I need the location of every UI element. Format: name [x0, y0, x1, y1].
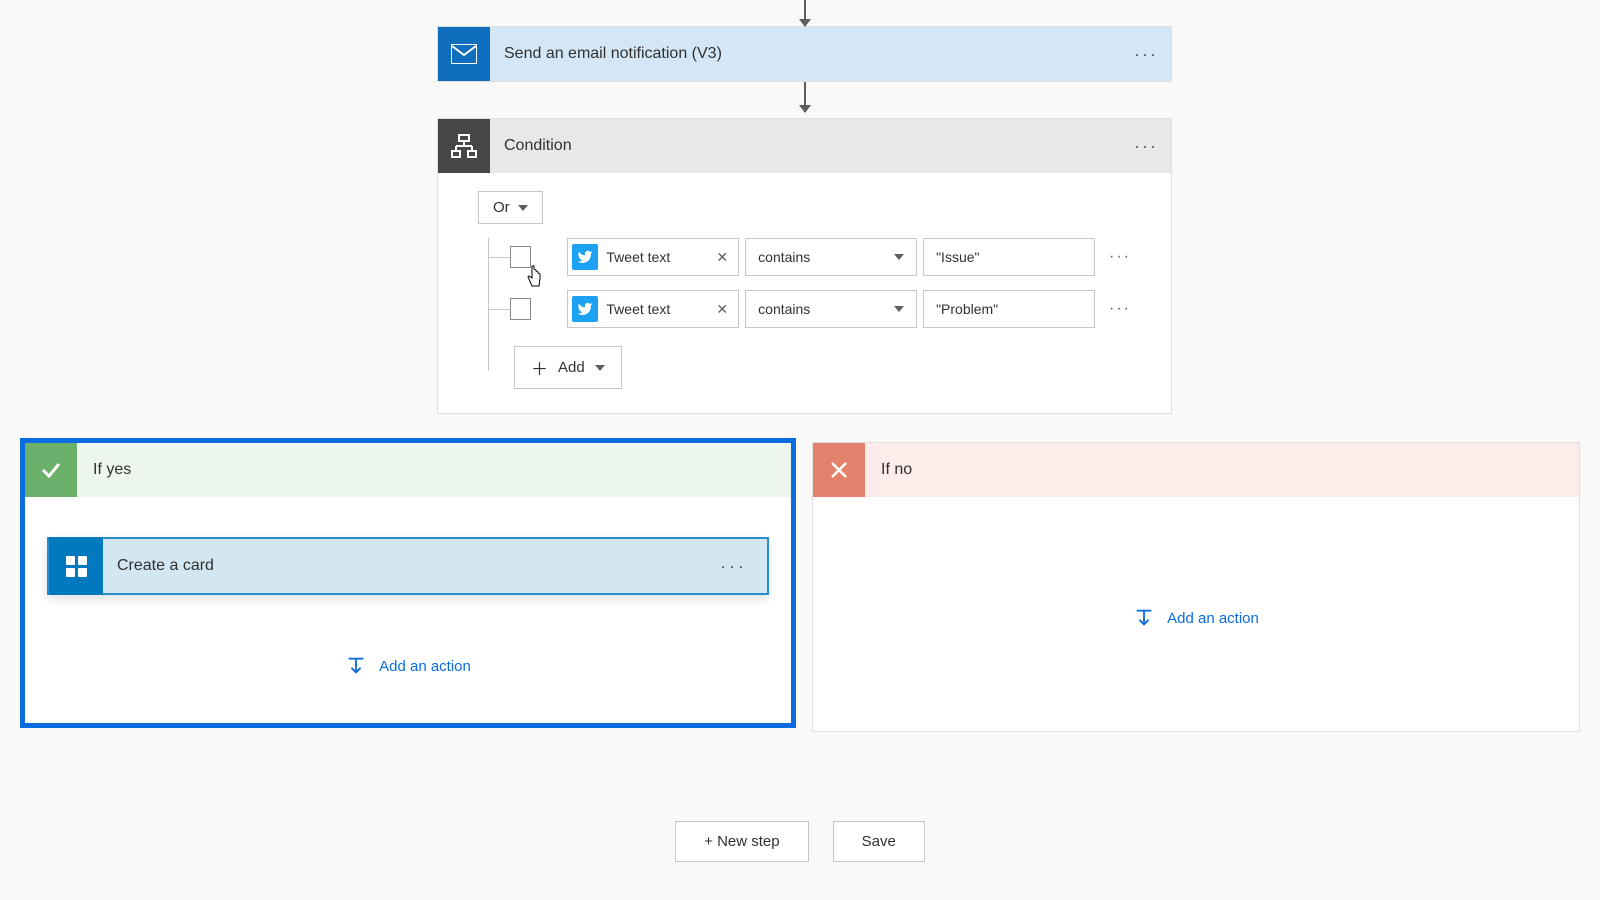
chevron-down-icon	[894, 254, 904, 260]
action-title: Create a card	[103, 557, 720, 575]
row-checkbox[interactable]	[510, 246, 532, 268]
condition-field-input[interactable]: Tweet text ✕	[567, 290, 739, 328]
token-label: Tweet text	[606, 301, 714, 317]
condition-header[interactable]: Condition ···	[438, 119, 1171, 173]
action-menu[interactable]: ···	[720, 556, 767, 577]
close-icon	[813, 443, 865, 497]
value-input[interactable]: "Issue"	[923, 238, 1095, 276]
email-icon	[438, 27, 490, 81]
twitter-icon	[572, 296, 598, 322]
row-menu[interactable]: ···	[1109, 248, 1131, 266]
condition-title: Condition	[490, 137, 1131, 155]
value-text: "Issue"	[936, 249, 979, 265]
row-menu[interactable]: ···	[1109, 300, 1131, 318]
logic-operator-select[interactable]: Or	[478, 191, 543, 224]
add-condition-button[interactable]: ＋ Add	[514, 346, 622, 389]
add-action-label: Add an action	[1167, 610, 1259, 627]
value-input[interactable]: "Problem"	[923, 290, 1095, 328]
tree-line	[488, 309, 510, 310]
plus-icon: ＋	[531, 355, 548, 380]
chevron-down-icon	[894, 306, 904, 312]
flow-arrow-icon	[804, 82, 806, 112]
tree-line	[488, 257, 510, 258]
remove-token-icon[interactable]: ✕	[714, 249, 730, 266]
flow-arrow-icon	[804, 0, 806, 26]
condition-card: Condition ··· Or Tweet text	[437, 118, 1172, 414]
save-button[interactable]: Save	[833, 821, 925, 862]
add-label: Add	[558, 359, 585, 376]
if-no-header[interactable]: If no	[813, 443, 1579, 497]
token-label: Tweet text	[606, 249, 714, 265]
add-action-icon	[345, 655, 367, 677]
email-step-title: Send an email notification (V3)	[490, 45, 1131, 63]
value-text: "Problem"	[936, 301, 998, 317]
chevron-down-icon	[595, 365, 605, 371]
condition-menu[interactable]: ···	[1131, 136, 1171, 157]
if-yes-header[interactable]: If yes	[25, 443, 791, 497]
new-step-button[interactable]: + New step	[675, 821, 808, 862]
email-step-menu[interactable]: ···	[1131, 44, 1171, 65]
operator-select[interactable]: contains	[745, 238, 917, 276]
operator-label: contains	[758, 249, 810, 265]
twitter-icon	[572, 244, 598, 270]
remove-token-icon[interactable]: ✕	[714, 301, 730, 318]
add-action-label: Add an action	[379, 658, 471, 675]
row-checkbox[interactable]	[510, 298, 532, 320]
trello-icon	[49, 537, 103, 595]
condition-row: Tweet text ✕ contains "Issue" ···	[488, 238, 1131, 276]
add-action-icon	[1133, 607, 1155, 629]
logic-operator-label: Or	[493, 199, 510, 216]
email-step-card[interactable]: Send an email notification (V3) ···	[437, 26, 1172, 82]
create-card-action[interactable]: Create a card ···	[47, 537, 769, 595]
chevron-down-icon	[518, 205, 528, 211]
if-yes-title: If yes	[77, 461, 131, 479]
operator-label: contains	[758, 301, 810, 317]
if-no-branch: If no Add an action	[812, 442, 1580, 732]
condition-icon	[438, 119, 490, 173]
operator-select[interactable]: contains	[745, 290, 917, 328]
if-no-title: If no	[865, 461, 912, 479]
check-icon	[25, 443, 77, 497]
condition-row: Tweet text ✕ contains "Problem" ···	[488, 290, 1131, 328]
if-yes-branch: If yes Create a card ··· Add an action	[20, 438, 796, 728]
condition-field-input[interactable]: Tweet text ✕	[567, 238, 739, 276]
add-action-button[interactable]: Add an action	[47, 655, 769, 677]
add-action-button[interactable]: Add an action	[835, 607, 1557, 629]
